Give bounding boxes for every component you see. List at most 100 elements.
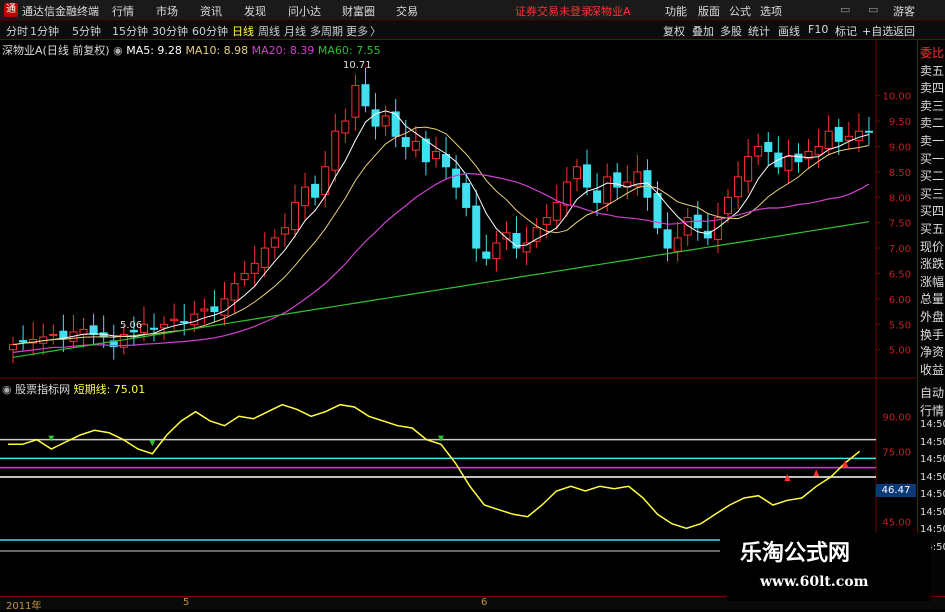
price-tick-label: 8.50 bbox=[889, 168, 911, 179]
menu-zixun[interactable]: 资讯 bbox=[200, 3, 222, 19]
duogu-button[interactable]: 多股 bbox=[720, 23, 742, 39]
low-price-annotation: 5.06 bbox=[120, 320, 143, 331]
tab-daily[interactable]: 日线 bbox=[232, 23, 254, 39]
more-arrow-icon[interactable]: 〉 bbox=[370, 23, 381, 39]
back-button[interactable]: 返回 bbox=[893, 23, 915, 39]
candle-bull bbox=[331, 130, 340, 171]
candle-bear bbox=[210, 306, 219, 313]
tab-monthly[interactable]: 月线 bbox=[284, 23, 306, 39]
tab-fenshi[interactable]: 分时 bbox=[6, 23, 28, 39]
side-bottom-item-5: 14:50 bbox=[920, 471, 945, 483]
price-tick-label: 5.50 bbox=[889, 320, 911, 331]
add-watchlist-button[interactable]: +自选 bbox=[862, 23, 893, 39]
tab-multi-period[interactable]: 多周期 bbox=[310, 23, 343, 39]
tab-15min[interactable]: 15分钟 bbox=[112, 23, 148, 39]
candle-bear bbox=[311, 183, 320, 198]
candle-bear bbox=[663, 229, 672, 249]
tab-60min[interactable]: 60分钟 bbox=[192, 23, 228, 39]
side-item-18[interactable]: 收益 bbox=[920, 361, 944, 378]
side-item-1[interactable]: 卖五 bbox=[920, 62, 944, 79]
menu-banmian[interactable]: 版面 bbox=[698, 3, 720, 19]
minimize-icon[interactable]: ▭ bbox=[840, 3, 850, 16]
tab-1min[interactable]: 1分钟 bbox=[30, 23, 59, 39]
watermark-title: 乐淘公式网 bbox=[740, 541, 851, 566]
side-item-5[interactable]: 卖一 bbox=[920, 132, 944, 149]
candle-bull bbox=[49, 333, 58, 336]
tab-more[interactable]: 更多 bbox=[346, 23, 368, 39]
date-label-june: 6 bbox=[481, 597, 488, 608]
tongji-button[interactable]: 统计 bbox=[748, 23, 770, 39]
candle-bull bbox=[603, 176, 612, 204]
title-bar: 通 通达信金融终端 行情 市场 资讯 发现 问小达 财富圈 交易 证券交易未登录… bbox=[0, 0, 945, 21]
tab-weekly[interactable]: 周线 bbox=[258, 23, 280, 39]
sub-tick-label: 75.00 bbox=[882, 447, 911, 458]
candle-bull bbox=[200, 308, 209, 312]
side-item-16[interactable]: 换手 bbox=[920, 326, 944, 343]
candle-bear bbox=[442, 154, 451, 168]
huaxian-button[interactable]: 画线 bbox=[778, 23, 800, 39]
menu-xuanxiang[interactable]: 选项 bbox=[760, 3, 782, 19]
menu-shichang[interactable]: 市场 bbox=[156, 3, 178, 19]
menu-faxian[interactable]: 发现 bbox=[244, 3, 266, 19]
candle-bull bbox=[411, 140, 420, 151]
settings-gear-icon[interactable]: ◉ bbox=[113, 44, 123, 57]
menu-gongshi[interactable]: 公式 bbox=[729, 3, 751, 19]
price-tick-label: 6.50 bbox=[889, 269, 911, 280]
biaoji-button[interactable]: 标记 bbox=[835, 23, 857, 39]
side-bottom-item-0[interactable]: 自动 bbox=[920, 384, 944, 401]
side-item-10[interactable]: 买五 bbox=[920, 220, 944, 237]
candle-bull bbox=[190, 313, 199, 326]
side-item-2[interactable]: 卖四 bbox=[920, 79, 944, 96]
menu-wenxiaoda[interactable]: 问小达 bbox=[288, 3, 321, 19]
side-item-3[interactable]: 卖三 bbox=[920, 97, 944, 114]
ma20-label: MA20: 8.39 bbox=[251, 44, 315, 57]
fuquan-button[interactable]: 复权 bbox=[663, 23, 685, 39]
kline-chart[interactable]: 90.0075.0060.0045.00 10.009.509.008.508.… bbox=[0, 40, 917, 596]
price-tick-label: 10.00 bbox=[882, 92, 911, 103]
candle-bull bbox=[381, 115, 390, 127]
side-item-0[interactable]: 委比 bbox=[920, 44, 944, 61]
guest-user[interactable]: 游客 bbox=[893, 3, 915, 19]
side-item-9[interactable]: 买四 bbox=[920, 202, 944, 219]
side-bottom-item-2: 14:50 bbox=[920, 419, 945, 430]
side-item-8[interactable]: 买三 bbox=[920, 185, 944, 202]
menu-caifuquan[interactable]: 财富圈 bbox=[342, 3, 375, 19]
candle-bull bbox=[431, 151, 440, 160]
side-item-4[interactable]: 卖二 bbox=[920, 114, 944, 131]
diejia-button[interactable]: 叠加 bbox=[692, 23, 714, 39]
candle-bear bbox=[89, 325, 98, 335]
menu-jiaoyi[interactable]: 交易 bbox=[396, 3, 418, 19]
side-item-13[interactable]: 涨幅 bbox=[920, 273, 944, 290]
sub-legend: ◉ 股票指标网 短期线: 75.01 bbox=[2, 381, 145, 397]
side-item-17[interactable]: 净资 bbox=[920, 343, 944, 360]
candle-bull bbox=[492, 242, 501, 260]
menu-gongneng[interactable]: 功能 bbox=[665, 3, 687, 19]
menu-hangqing[interactable]: 行情 bbox=[112, 3, 134, 19]
candle-bear bbox=[472, 205, 481, 249]
side-item-7[interactable]: 买二 bbox=[920, 167, 944, 184]
candle-bear bbox=[149, 327, 159, 330]
tab-30min[interactable]: 30分钟 bbox=[152, 23, 188, 39]
tab-5min[interactable]: 5分钟 bbox=[72, 23, 101, 39]
price-tick-label: 9.50 bbox=[889, 117, 911, 128]
ma60-line bbox=[12, 221, 870, 358]
candle-bear bbox=[462, 182, 471, 208]
candle-bear bbox=[582, 164, 592, 188]
candle-bull bbox=[572, 166, 581, 180]
candle-bull bbox=[734, 176, 743, 198]
side-item-11[interactable]: 现价 bbox=[920, 238, 944, 255]
settings-gear-icon[interactable]: ◉ bbox=[2, 383, 12, 396]
restore-icon[interactable]: ▭ bbox=[868, 3, 878, 16]
candle-bear bbox=[452, 168, 461, 188]
side-item-14[interactable]: 总量 bbox=[920, 290, 944, 307]
trade-login-status[interactable]: 证券交易未登录 bbox=[515, 3, 592, 19]
period-toolbar: 分时 1分钟 5分钟 15分钟 30分钟 60分钟 日线 周线 月线 多周期 更… bbox=[0, 21, 945, 40]
side-bottom-item-1[interactable]: 行情 bbox=[920, 402, 944, 419]
side-item-12[interactable]: 涨跌 bbox=[920, 255, 944, 272]
main-legend: 深物业A(日线 前复权) ◉ MA5: 9.28 MA10: 8.98 MA20… bbox=[2, 42, 381, 58]
sell-signal-arrow-icon bbox=[149, 440, 156, 447]
short-term-line bbox=[8, 403, 861, 530]
side-item-15[interactable]: 外盘 bbox=[920, 308, 944, 325]
f10-button[interactable]: F10 bbox=[808, 23, 828, 36]
side-item-6[interactable]: 买一 bbox=[920, 150, 944, 167]
